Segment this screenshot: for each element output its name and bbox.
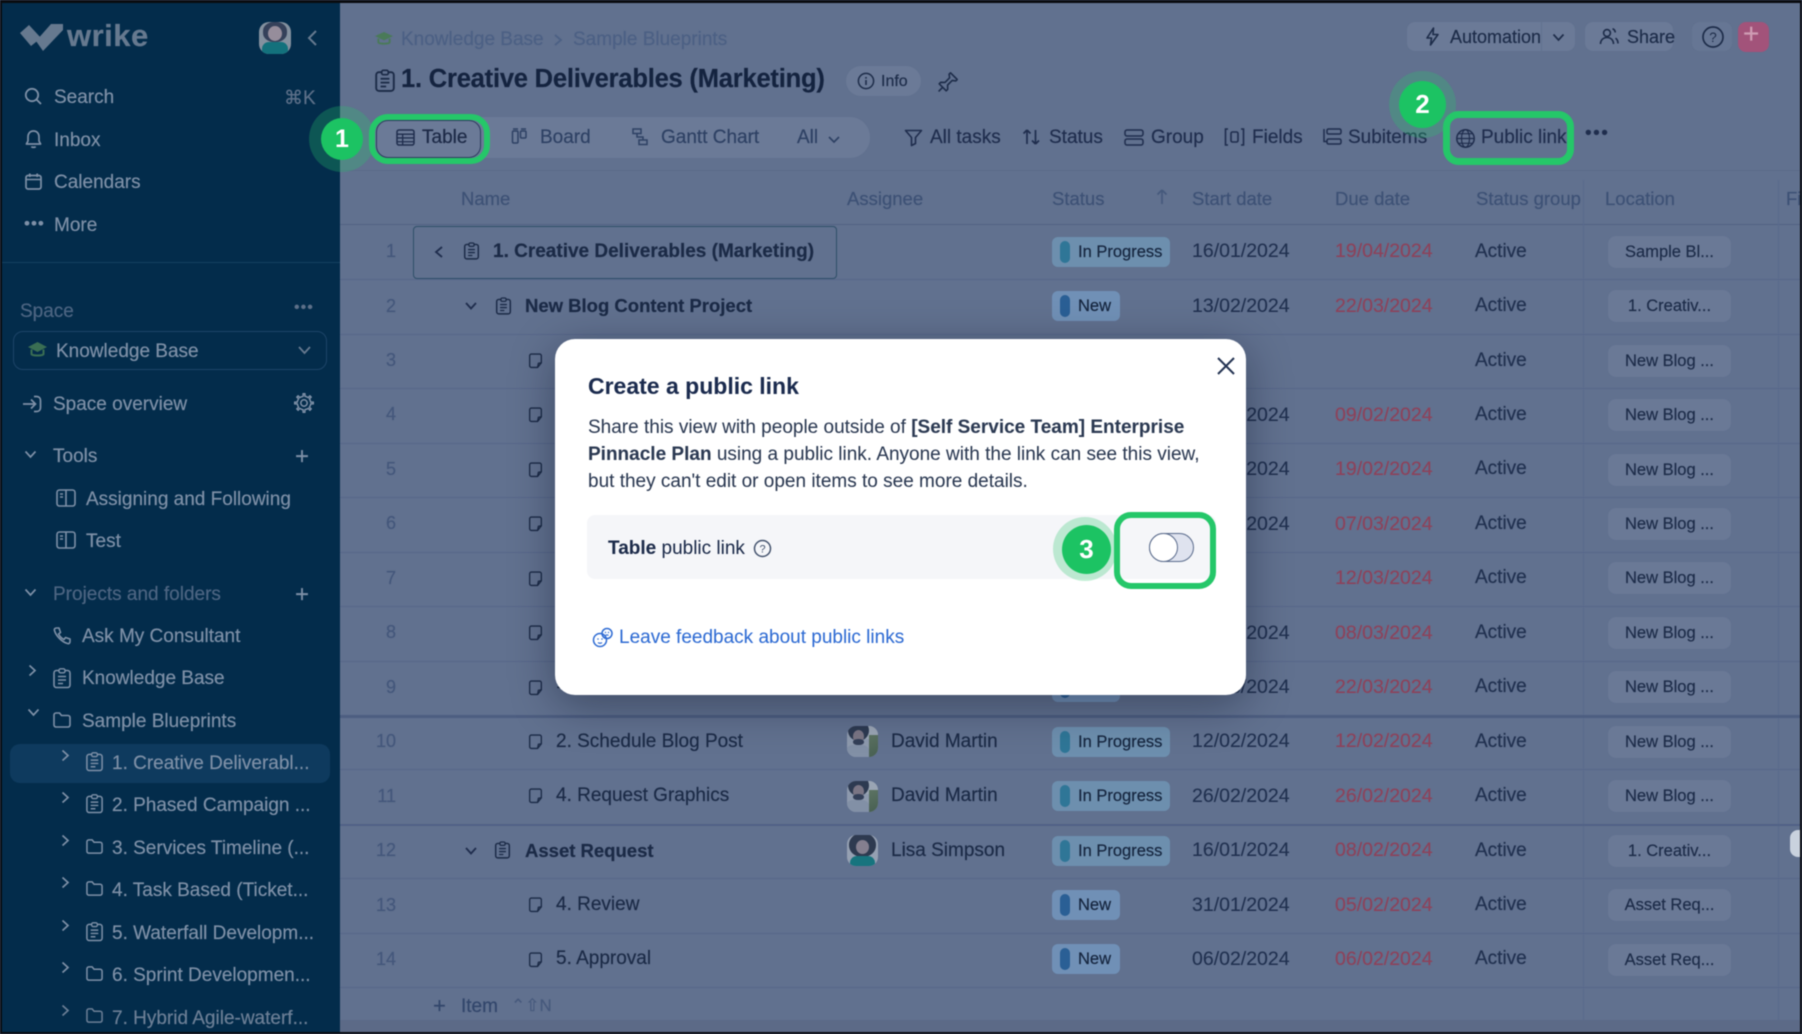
svg-text:?: ?	[1709, 30, 1717, 45]
svg-text:?: ?	[759, 544, 765, 556]
